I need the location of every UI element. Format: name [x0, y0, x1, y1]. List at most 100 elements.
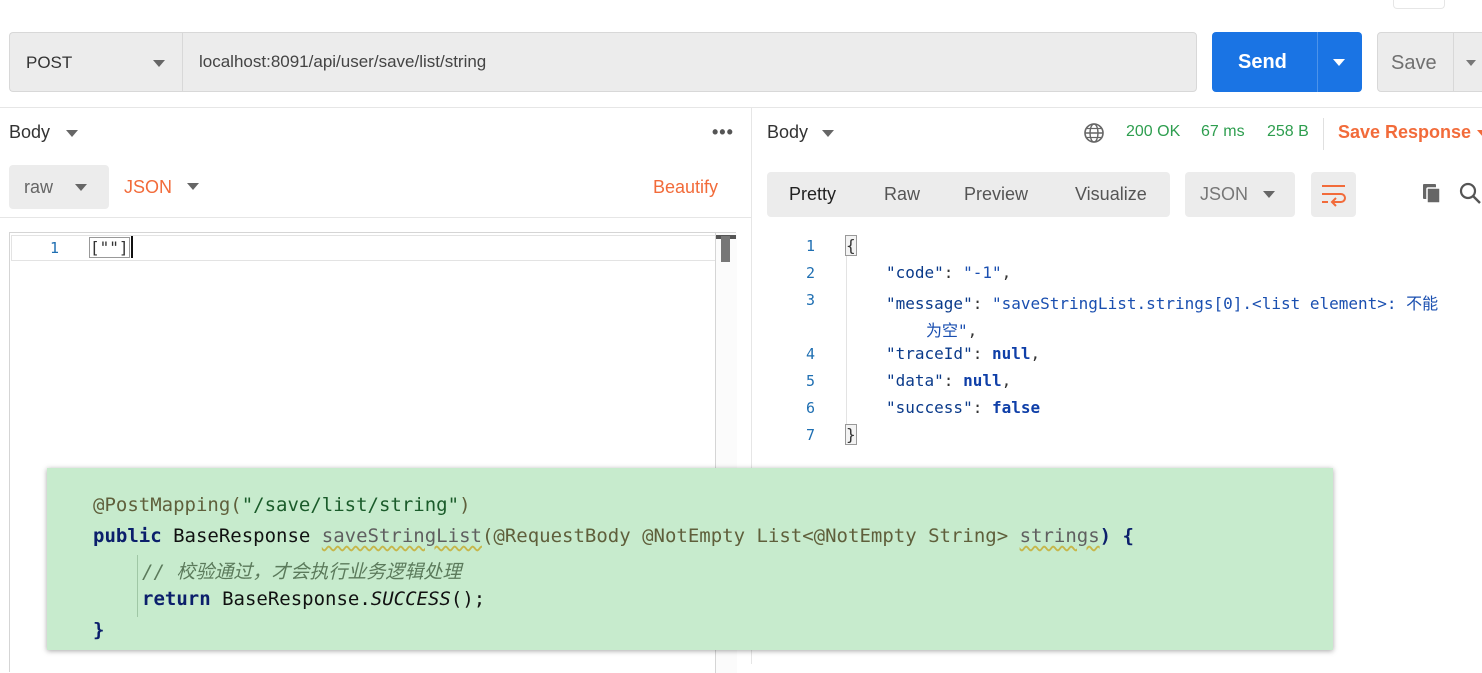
- json-line: }: [845, 424, 857, 445]
- indent-guide: [846, 256, 847, 441]
- body-format-select[interactable]: JSON: [124, 177, 172, 198]
- response-format-select[interactable]: JSON: [1185, 172, 1295, 217]
- left-subbar-divider: [0, 217, 751, 218]
- beautify-button[interactable]: Beautify: [653, 177, 718, 198]
- json-line: 为空",: [926, 321, 978, 340]
- line-number: 5: [805, 372, 815, 390]
- globe-icon[interactable]: [1083, 122, 1105, 149]
- more-options-icon[interactable]: •••: [712, 122, 734, 143]
- save-options-chevron-icon[interactable]: [1466, 60, 1476, 66]
- tab-pretty[interactable]: Pretty: [789, 184, 836, 205]
- code-line: // 校验通过，才会执行业务逻辑处理: [142, 557, 461, 584]
- save-label: Save: [1391, 52, 1437, 74]
- line-number: 1: [805, 237, 815, 255]
- code-snippet-overlay: @PostMapping("/save/list/string") public…: [47, 468, 1333, 650]
- chevron-down-icon[interactable]: [822, 130, 834, 137]
- request-body-tab[interactable]: Body: [9, 122, 50, 143]
- code-line: public BaseResponse saveStringList(@Requ…: [93, 525, 1134, 547]
- toolbar-divider: [0, 107, 1482, 108]
- chevron-down-icon[interactable]: [187, 183, 199, 190]
- json-value: "saveStringList.strings[0].<list element…: [991, 294, 1439, 313]
- json-key: "message": [886, 294, 973, 313]
- save-button[interactable]: Save: [1377, 32, 1482, 92]
- keyword: return: [142, 588, 211, 610]
- send-label: Send: [1238, 51, 1287, 73]
- json-value: false: [991, 398, 1041, 417]
- json-value: null: [963, 371, 1002, 390]
- response-format-label: JSON: [1200, 184, 1249, 204]
- tab-visualize[interactable]: Visualize: [1075, 184, 1147, 205]
- json-key: "code": [886, 263, 944, 282]
- keyword: public: [93, 525, 162, 547]
- bracket-match: [""]: [89, 237, 130, 258]
- chevron-down-icon: [153, 60, 165, 67]
- tab-raw[interactable]: Raw: [884, 184, 920, 205]
- json-open-brace: {: [845, 235, 857, 256]
- save-response-button[interactable]: Save Response: [1338, 122, 1471, 143]
- status-code[interactable]: 200 OK: [1126, 123, 1180, 141]
- response-view-tabs: Pretty Raw Preview Visualize: [767, 172, 1170, 217]
- line-number: 6: [805, 399, 815, 417]
- status-separator: [1323, 118, 1324, 150]
- constant: SUCCESS: [370, 588, 451, 610]
- parameter-name: strings: [1019, 525, 1100, 547]
- response-size[interactable]: 258 B: [1267, 123, 1309, 141]
- return-type: BaseResponse: [161, 525, 322, 547]
- method-open: ) {: [1099, 525, 1134, 547]
- wrap-lines-button[interactable]: [1311, 172, 1356, 217]
- search-icon[interactable]: [1458, 181, 1482, 210]
- json-line: "message": "saveStringList.strings[0].<l…: [886, 294, 1439, 313]
- json-key: "data": [886, 371, 944, 390]
- json-line: "success": false: [886, 398, 1041, 417]
- wrap-icon: [1322, 185, 1346, 207]
- response-body-viewer[interactable]: 1 2 3 4 5 6 7 { "code": "-1", "message":…: [767, 232, 1482, 472]
- copy-icon[interactable]: [1421, 182, 1443, 209]
- url-text: localhost:8091/api/user/save/list/string: [199, 52, 487, 71]
- send-divider: [1317, 32, 1318, 92]
- line-number: 7: [805, 426, 815, 444]
- string-literal: "/save/list/string": [241, 494, 460, 516]
- json-value: "-1": [963, 263, 1002, 282]
- chevron-down-icon[interactable]: [1477, 130, 1482, 137]
- annotation-end: ): [459, 494, 471, 516]
- json-key: "traceId": [886, 344, 973, 363]
- response-time[interactable]: 67 ms: [1201, 123, 1245, 141]
- response-body-tab[interactable]: Body: [767, 122, 808, 143]
- chevron-down-icon: [1263, 191, 1275, 198]
- method-close: }: [93, 619, 105, 641]
- chevron-down-icon: [75, 184, 87, 191]
- save-divider: [1453, 33, 1454, 91]
- line-number: 3: [805, 291, 815, 309]
- chevron-down-icon[interactable]: [66, 130, 78, 137]
- scrollbar-thumb[interactable]: [721, 236, 730, 262]
- editor-line-text[interactable]: [""]: [89, 237, 130, 258]
- body-type-label: raw: [24, 177, 54, 197]
- window-corner-tab: [1393, 0, 1445, 9]
- json-line: "traceId": null,: [886, 344, 1041, 363]
- code-line: @PostMapping("/save/list/string"): [93, 494, 471, 516]
- class-ref: BaseResponse.: [210, 588, 371, 610]
- tab-preview[interactable]: Preview: [964, 184, 1028, 205]
- json-close-brace: }: [845, 424, 857, 445]
- json-line: {: [845, 235, 857, 256]
- code-comment: // 校验通过，才会执行业务逻辑处理: [142, 561, 462, 583]
- code-line: return BaseResponse.SUCCESS();: [142, 588, 485, 610]
- url-input[interactable]: localhost:8091/api/user/save/list/string: [182, 32, 1197, 92]
- json-value-continued: 为空": [926, 321, 968, 340]
- line-number: 2: [805, 264, 815, 282]
- json-line: "data": null,: [886, 371, 1012, 390]
- method-select[interactable]: POST: [9, 32, 182, 92]
- send-button[interactable]: Send: [1212, 32, 1362, 92]
- call-end: ();: [450, 588, 486, 610]
- parameter-list: (@RequestBody @NotEmpty List<@NotEmpty S…: [481, 525, 1020, 547]
- json-key: "success": [886, 398, 973, 417]
- send-options-chevron-icon[interactable]: [1333, 59, 1345, 66]
- method-name: saveStringList: [321, 525, 482, 547]
- indent-guide: [137, 555, 138, 617]
- line-number: 4: [805, 345, 815, 363]
- json-value: null: [991, 344, 1031, 363]
- method-label: POST: [26, 53, 73, 72]
- code-line: }: [93, 619, 104, 641]
- body-type-select[interactable]: raw: [9, 165, 109, 209]
- line-number: 1: [50, 239, 60, 257]
